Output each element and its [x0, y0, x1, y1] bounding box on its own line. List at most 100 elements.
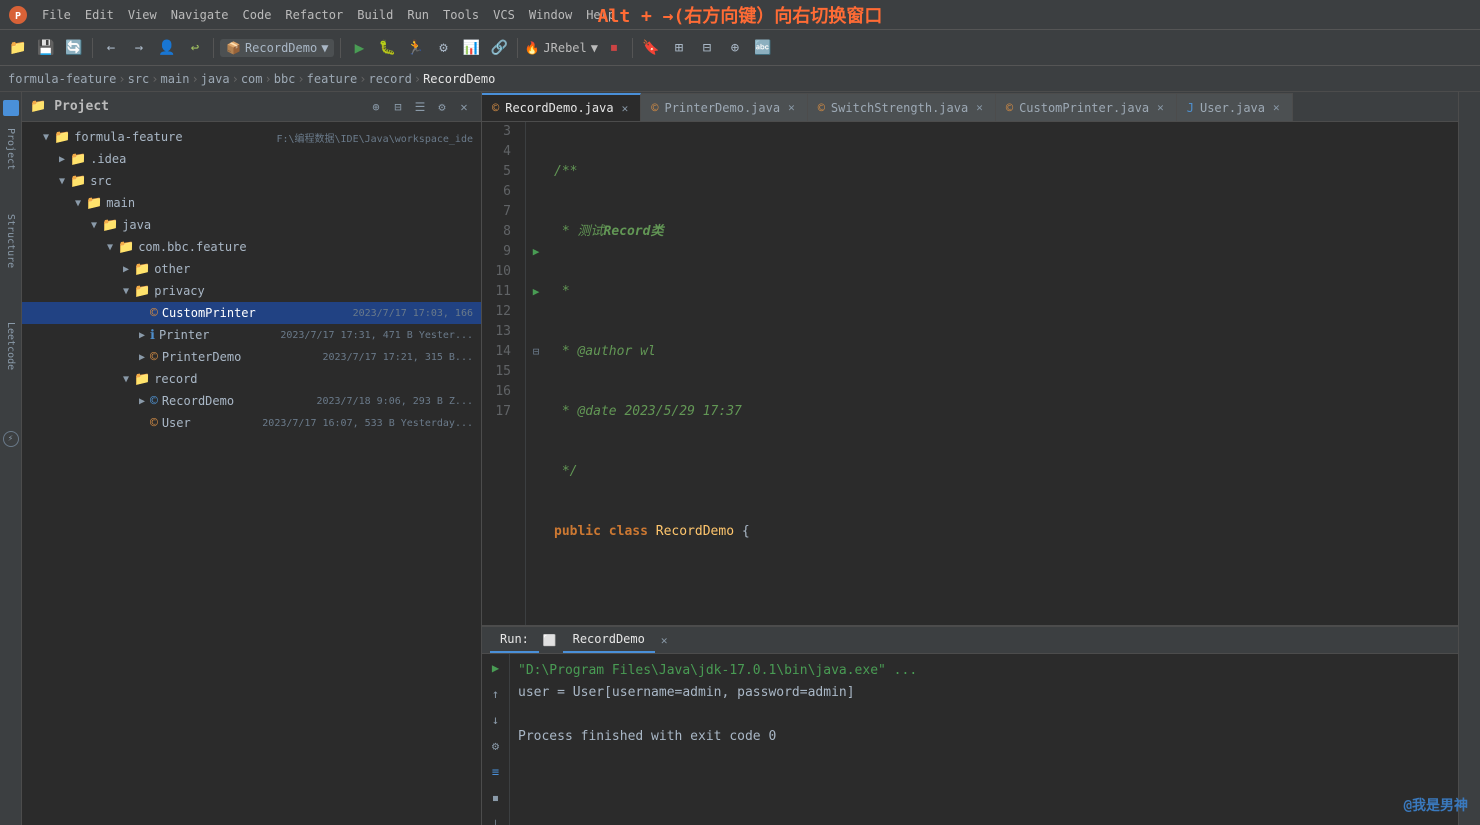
- breadcrumb-java[interactable]: java: [201, 72, 230, 86]
- tab-user-close[interactable]: ✕: [1271, 100, 1282, 115]
- scroll-down-btn[interactable]: ↓: [486, 710, 506, 730]
- tree-custom-printer[interactable]: © CustomPrinter 2023/7/17 17:03, 166: [22, 302, 481, 324]
- leetcode-label[interactable]: Leetcode: [5, 318, 16, 374]
- breadcrumb-src[interactable]: src: [128, 72, 150, 86]
- toolbar-attach[interactable]: 🔗: [487, 36, 511, 60]
- more-run-options[interactable]: ⚙: [431, 36, 455, 60]
- tree-root[interactable]: ▼ 📁 formula-feature F:\编程数据\IDE\Java\wor…: [22, 126, 481, 148]
- tab-recorddemo[interactable]: © RecordDemo.java ✕: [482, 93, 641, 121]
- locate-file-btn[interactable]: ⊕: [367, 98, 385, 116]
- tab-printerdemo[interactable]: © PrinterDemo.java ✕: [641, 93, 807, 121]
- project-dropdown-label: RecordDemo: [245, 41, 317, 55]
- tree-com-bbc[interactable]: ▼ 📁 com.bbc.feature: [22, 236, 481, 258]
- tab-customprinter[interactable]: © CustomPrinter.java ✕: [996, 93, 1177, 121]
- root-name: formula-feature: [74, 130, 270, 144]
- toolbar-new[interactable]: 📁: [6, 36, 30, 60]
- toolbar-save[interactable]: 💾: [34, 36, 58, 60]
- menu-tools[interactable]: Tools: [437, 6, 485, 24]
- settings-icon[interactable]: ⚙: [433, 98, 451, 116]
- menu-window[interactable]: Window: [523, 6, 578, 24]
- run-tab-close[interactable]: ✕: [661, 634, 668, 647]
- menu-edit[interactable]: Edit: [79, 6, 120, 24]
- wrap-btn[interactable]: ≡: [486, 762, 506, 782]
- fold-gutter-14[interactable]: ⊟: [526, 342, 546, 362]
- plugin-icon[interactable]: ⚡: [3, 431, 19, 447]
- tree-privacy[interactable]: ▼ 📁 privacy: [22, 280, 481, 302]
- tab-switchstrength[interactable]: © SwitchStrength.java ✕: [808, 93, 996, 121]
- menu-view[interactable]: View: [122, 6, 163, 24]
- stop-btn[interactable]: ⏹: [486, 788, 506, 808]
- toolbar-translate[interactable]: 🔤: [751, 36, 775, 60]
- tab-user[interactable]: J User.java ✕: [1177, 93, 1293, 121]
- scroll-to-end-btn[interactable]: ⤓: [486, 814, 506, 825]
- breadcrumb-formula-feature[interactable]: formula-feature: [8, 72, 116, 86]
- toolbar-bookmark[interactable]: 🔖: [639, 36, 663, 60]
- recorddemo-file-meta: 2023/7/18 9:06, 293 B Z...: [316, 396, 473, 407]
- collapse-all-btn[interactable]: ⊟: [389, 98, 407, 116]
- run-gutter-11[interactable]: ▶: [526, 282, 546, 302]
- menu-refactor[interactable]: Refactor: [279, 6, 349, 24]
- recorddemo-run-tab[interactable]: RecordDemo: [563, 627, 655, 653]
- tree-record[interactable]: ▼ 📁 record: [22, 368, 481, 390]
- tab-recorddemo-close[interactable]: ✕: [620, 101, 631, 116]
- tab-switchstrength-close[interactable]: ✕: [974, 100, 985, 115]
- project-dropdown[interactable]: 📦 RecordDemo ▼: [220, 39, 334, 57]
- jrebel-chevron: ▼: [591, 41, 598, 55]
- close-panel-btn[interactable]: ✕: [455, 98, 473, 116]
- tree-idea[interactable]: ▶ 📁 .idea: [22, 148, 481, 170]
- scroll-up-btn[interactable]: ↑: [486, 684, 506, 704]
- run-button[interactable]: ▶: [347, 36, 371, 60]
- menu-build[interactable]: Build: [351, 6, 399, 24]
- tab-customprinter-close[interactable]: ✕: [1155, 100, 1166, 115]
- menu-navigate[interactable]: Navigate: [165, 6, 235, 24]
- breadcrumb-recorddemo[interactable]: RecordDemo: [423, 72, 495, 86]
- menu-code[interactable]: Code: [237, 6, 278, 24]
- gutter-13: [526, 322, 546, 342]
- structure-label[interactable]: Structure: [5, 210, 16, 272]
- menu-vcs[interactable]: VCS: [487, 6, 521, 24]
- toolbar-back[interactable]: ←: [99, 36, 123, 60]
- tree-printer[interactable]: ▶ ℹ Printer 2023/7/17 17:31, 471 B Yeste…: [22, 324, 481, 346]
- breadcrumb-com[interactable]: com: [241, 72, 263, 86]
- tree-other[interactable]: ▶ 📁 other: [22, 258, 481, 280]
- tree-recorddemo-file[interactable]: ▶ © RecordDemo 2023/7/18 9:06, 293 B Z..…: [22, 390, 481, 412]
- tree-user-file[interactable]: © User 2023/7/17 16:07, 533 B Yesterday.…: [22, 412, 481, 434]
- run-play-btn[interactable]: ▶: [486, 658, 506, 678]
- toolbar-undo[interactable]: ↩: [183, 36, 207, 60]
- run-tab[interactable]: Run:: [490, 627, 539, 653]
- menu-run[interactable]: Run: [401, 6, 435, 24]
- breadcrumb-bbc[interactable]: bbc: [274, 72, 296, 86]
- tree-main[interactable]: ▼ 📁 main: [22, 192, 481, 214]
- run-gutter-9[interactable]: ▶: [526, 242, 546, 262]
- tab-customprinter-icon: ©: [1006, 101, 1013, 115]
- toolbar-terminal[interactable]: ⊞: [667, 36, 691, 60]
- toolbar-stop[interactable]: ⏹: [602, 36, 626, 60]
- project-label[interactable]: Project: [5, 124, 16, 174]
- toolbar-profiler[interactable]: 📊: [459, 36, 483, 60]
- gutter: ▶ ▶ ⊟: [526, 122, 546, 625]
- debug-button[interactable]: 🐛: [375, 36, 399, 60]
- code-editor[interactable]: 3 4 5 6 7 8 9 10 11 12 13 14 15 16 17: [482, 122, 1458, 625]
- tree-src[interactable]: ▼ 📁 src: [22, 170, 481, 192]
- tree-java-folder[interactable]: ▼ 📁 java: [22, 214, 481, 236]
- user-file-name: User: [162, 416, 256, 430]
- toolbar-forward[interactable]: →: [127, 36, 151, 60]
- toolbar-refresh[interactable]: 🔄: [62, 36, 86, 60]
- run-label: Run:: [500, 632, 529, 646]
- tree-printer-demo[interactable]: ▶ © PrinterDemo 2023/7/17 17:21, 315 B..…: [22, 346, 481, 368]
- project-panel-toggle[interactable]: [3, 100, 19, 116]
- code-content[interactable]: /** * 测试Record类 * * @author wl * @date 2…: [546, 122, 1458, 625]
- toolbar-database[interactable]: ⊟: [695, 36, 719, 60]
- toolbar-recent[interactable]: 👤: [155, 36, 179, 60]
- breadcrumb-feature[interactable]: feature: [307, 72, 358, 86]
- breadcrumb-main[interactable]: main: [161, 72, 190, 86]
- menu-file[interactable]: File: [36, 6, 77, 24]
- tab-printerdemo-close[interactable]: ✕: [786, 100, 797, 115]
- show-options-btn[interactable]: ☰: [411, 98, 429, 116]
- toolbar-plugins[interactable]: ⊕: [723, 36, 747, 60]
- project-panel: 📁 Project ⊕ ⊟ ☰ ⚙ ✕ ▼ 📁 formula-feature …: [22, 92, 482, 825]
- panel-header-actions: ⊕ ⊟ ☰ ⚙ ✕: [367, 98, 473, 116]
- breadcrumb-record[interactable]: record: [368, 72, 411, 86]
- run-with-coverage[interactable]: 🏃: [403, 36, 427, 60]
- settings-btn[interactable]: ⚙: [486, 736, 506, 756]
